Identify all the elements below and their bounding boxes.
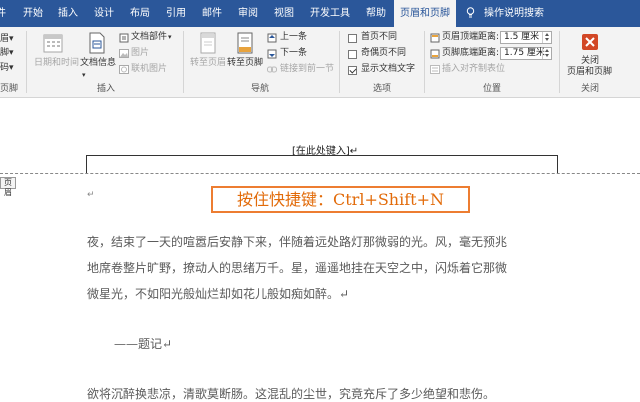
footer-bottom-value: 1.75 厘米 [504,48,545,58]
header-top-value: 1.5 厘米 [504,32,540,42]
tab-design[interactable]: 设计 [88,0,120,27]
link-icon [267,66,277,73]
document-info-icon [89,32,105,54]
group-label-header-footer-partial: 页脚 [0,84,19,94]
tab-home[interactable]: 开始 [18,0,48,27]
document-area[interactable]: [在此处键入]↵ 页眉 ↵ 按住快捷键：Ctrl+Shift+N 夜，结束了一天… [0,98,640,402]
tab-review[interactable]: 审阅 [232,0,264,27]
body-text-line: 欲将沉醉换悲凉，清歌莫断肠。这混乱的尘世，究竟充斥了多少绝望和悲伤。 [87,387,496,401]
header-boundary-line [0,173,640,174]
previous-icon [267,33,277,43]
body-text-line: 夜，结束了一天的喧嚣后安静下来，伴随着远处路灯那微弱的光。风，毫无预兆 [87,235,508,249]
footer-bottom-spinner[interactable]: 1.75 厘米 [500,47,552,60]
footer-bottom-icon [430,49,440,59]
spinner-arrows[interactable] [542,32,551,43]
group-label-options: 选项 [373,84,392,94]
footer-dropdown-partial[interactable]: 脚▾ [0,48,14,59]
picture-icon [119,49,129,58]
header-top-spinner[interactable]: 1.5 厘米 [500,31,552,44]
goto-footer-icon [237,32,253,54]
paragraph-mark: ↵ [87,190,95,200]
goto-footer-button[interactable]: 转至页脚 [227,58,263,69]
online-picture-icon [119,65,129,74]
group-label-insert: 插入 [97,84,116,94]
chevron-down-icon: ▾ [168,33,172,41]
body-text-line: 地席卷整片旷野，撩动人的思绪万千。星，遥遥地挂在天空之中，闪烁着它那微 [87,261,508,275]
group-label-close: 关闭 [581,84,600,94]
different-odd-even-checkbox[interactable] [348,50,357,59]
group-separator [183,31,184,93]
shortcut-text: 按住快捷键：Ctrl+Shift+N [237,190,444,209]
group-label-navigation: 导航 [251,84,270,94]
picture-button[interactable]: 图片 [131,48,149,59]
tab-help[interactable]: 帮助 [360,0,392,27]
online-picture-button[interactable]: 联机图片 [131,64,167,75]
tell-me-search[interactable]: 操作说明搜索 [484,0,544,27]
shortcut-highlight-box: 按住快捷键：Ctrl+Shift+N [211,186,470,213]
header-tag: 页眉 [0,177,16,197]
document-parts-button[interactable]: 文档部件 [131,32,167,43]
tab-mailings[interactable]: 邮件 [196,0,228,27]
document-parts-icon [119,33,129,43]
lightbulb-icon [466,7,475,18]
header-top-icon [430,33,440,43]
close-icon [582,34,598,50]
group-separator [26,31,27,93]
show-document-text-checkbox[interactable] [348,66,357,75]
show-document-text-label: 显示文档文字 [361,64,416,74]
group-separator [424,31,425,93]
chevron-down-icon: ▾ [82,71,86,79]
header-border [86,155,558,173]
tab-file-partial[interactable]: 件 [0,0,8,27]
tab-header-footer[interactable]: 页眉和页脚 [394,0,456,28]
header-top-label: 页眉顶端距离: [442,32,500,42]
footer-bottom-label: 页脚底端距离: [442,48,500,58]
align-tab-icon [430,65,440,74]
next-icon [267,49,277,59]
ribbon-tab-bar: 件 开始 插入 设计 布局 引用 邮件 审阅 视图 开发工具 帮助 页眉和页脚 … [0,0,640,28]
different-first-page-checkbox[interactable] [348,34,357,43]
goto-header-button[interactable]: 转至页眉 [190,58,226,69]
ribbon-header-footer: 眉▾ 脚▾ 码▾ 页脚 日期和时间 文档信息 ▾ 文档部件 ▾ 图片 联机图片 … [0,27,640,98]
document-info-button[interactable]: 文档信息 [80,58,116,69]
tab-insert[interactable]: 插入 [52,0,84,27]
close-header-footer-button[interactable]: 关闭 [581,56,599,67]
page-number-dropdown-partial[interactable]: 码▾ [0,63,14,74]
different-first-page-label: 首页不同 [361,32,398,42]
tab-layout[interactable]: 布局 [124,0,156,27]
header-dropdown-partial[interactable]: 眉▾ [0,34,14,45]
different-odd-even-label: 奇偶页不同 [361,48,407,58]
next-button[interactable]: 下一条 [280,48,307,59]
tab-view[interactable]: 视图 [268,0,300,27]
spinner-arrows[interactable] [542,48,551,59]
calendar-icon [43,34,63,53]
body-text-line: 微星光，不如阳光般灿烂却如花儿般如痴如醉。↵ [87,287,350,301]
goto-header-icon [200,32,216,54]
insert-alignment-tab-button[interactable]: 插入对齐制表位 [442,64,505,75]
attribution-text: ——题记↵ [114,337,173,351]
group-separator [339,31,340,93]
tab-developer[interactable]: 开发工具 [304,0,356,27]
close-header-footer-button-line2[interactable]: 页眉和页脚 [567,67,612,78]
tab-references[interactable]: 引用 [160,0,192,27]
previous-button[interactable]: 上一条 [280,32,307,43]
group-separator [559,31,560,93]
date-time-button[interactable]: 日期和时间 [34,58,79,69]
group-label-position: 位置 [483,84,502,94]
link-previous-button[interactable]: 链接到前一节 [280,64,334,75]
